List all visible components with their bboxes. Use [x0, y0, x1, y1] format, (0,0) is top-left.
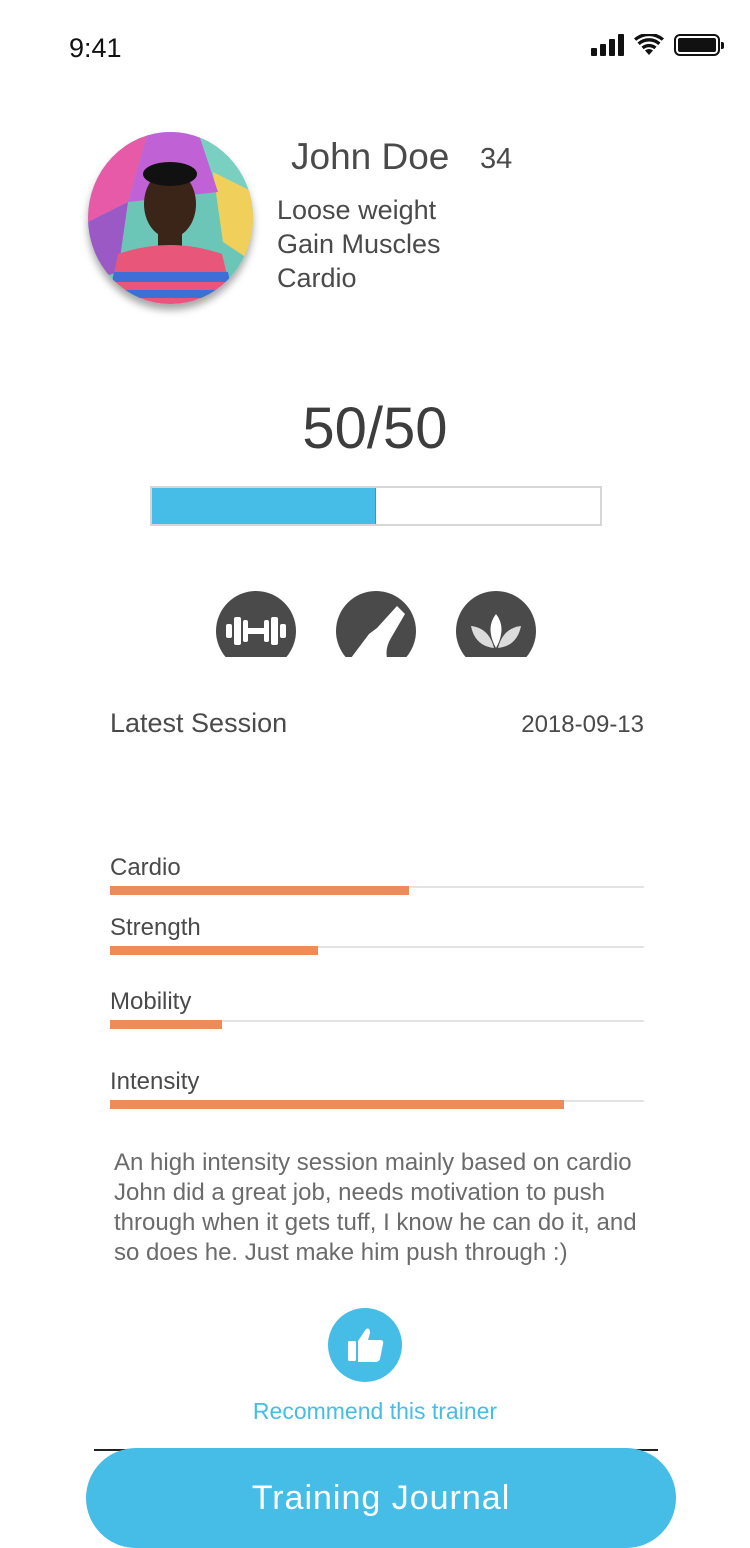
metric-intensity: Intensity	[110, 1068, 644, 1110]
status-icons	[591, 34, 724, 56]
metric-bar-fill	[110, 886, 410, 895]
session-note: John did a great job, needs motivation t…	[114, 1179, 637, 1266]
metric-bar	[110, 1020, 644, 1030]
progress-bar-fill	[152, 488, 376, 524]
dumbbell-icon[interactable]	[216, 591, 296, 657]
goals-list: Loose weight Gain Muscles Cardio	[277, 193, 441, 295]
metric-bar-fill	[110, 1100, 564, 1109]
profile-name: John Doe	[291, 136, 450, 177]
status-time: 9:41	[69, 33, 122, 63]
signal-icon	[591, 34, 624, 56]
metric-bar	[110, 946, 644, 956]
metric-mobility: Mobility	[110, 988, 644, 1030]
progress-bar	[150, 486, 602, 526]
session-title: Latest Session	[110, 708, 288, 738]
training-journal-button[interactable]: Training Journal	[86, 1448, 676, 1548]
profile-age: 34	[480, 143, 513, 175]
goal-item: Gain Muscles	[277, 229, 441, 259]
metric-label: Intensity	[110, 1068, 200, 1095]
thumbs-up-icon[interactable]	[328, 1308, 402, 1382]
metric-bar-fill	[110, 946, 319, 955]
session-date: 2018-09-13	[521, 711, 644, 738]
metric-label: Mobility	[110, 988, 192, 1015]
avatar	[88, 132, 253, 304]
session-notes: An high intensity session mainly based o…	[114, 1148, 654, 1268]
metric-strength: Strength	[110, 914, 644, 956]
progress-count: 50/50	[302, 396, 448, 461]
lotus-icon[interactable]	[456, 591, 536, 657]
metric-label: Cardio	[110, 854, 181, 881]
session-note: An high intensity session mainly based o…	[114, 1149, 632, 1176]
metric-bar-fill	[110, 1020, 223, 1029]
shoe-icon[interactable]	[336, 591, 416, 657]
metric-label: Strength	[110, 914, 201, 941]
metric-bar	[110, 1100, 644, 1110]
wifi-icon	[634, 34, 664, 55]
metric-bar	[110, 886, 644, 896]
recommend-trainer-link[interactable]: Recommend this trainer	[0, 1398, 750, 1425]
battery-icon	[674, 34, 724, 56]
metric-cardio: Cardio	[110, 854, 644, 896]
goal-item: Loose weight	[277, 195, 437, 225]
goal-item: Cardio	[277, 263, 357, 293]
